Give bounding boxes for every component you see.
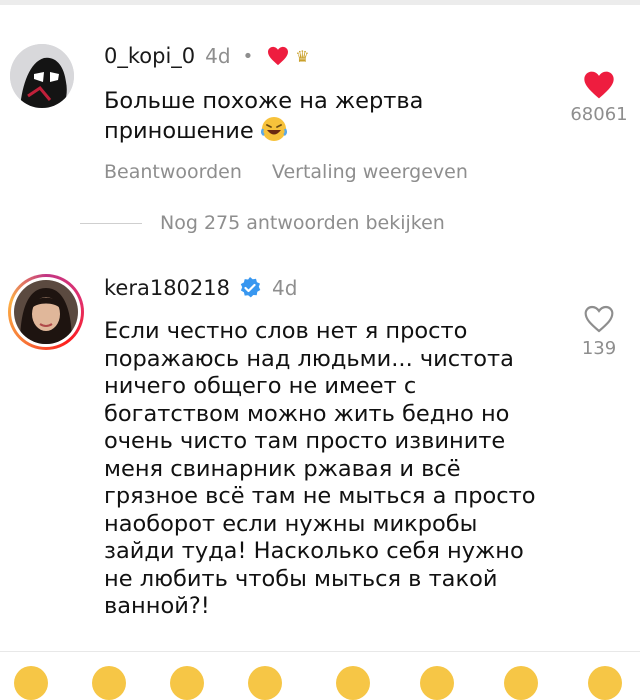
quick-emoji-icon[interactable]: [248, 666, 282, 700]
laughing-face-icon: [260, 116, 287, 141]
avatar[interactable]: [10, 44, 74, 108]
heart-filled-icon: [584, 71, 614, 99]
quick-emoji-icon[interactable]: [504, 666, 538, 700]
view-more-replies-label: Nog 275 antwoorden bekijken: [160, 212, 445, 234]
quick-emoji-icon[interactable]: [14, 666, 48, 700]
creator-liked-heart-icon: [268, 46, 289, 66]
comment-text: Больше похоже на жертва приношение: [104, 88, 424, 144]
verified-badge-icon: [240, 277, 261, 298]
emoji-bar-divider: [0, 651, 640, 652]
quick-emoji-icon[interactable]: [170, 666, 204, 700]
like-count: 139: [581, 338, 617, 359]
timestamp: 4d: [205, 44, 231, 68]
quick-emoji-icon[interactable]: [588, 666, 622, 700]
spiderman-avatar-icon: [10, 44, 74, 108]
heart-outline-icon: [584, 305, 614, 333]
comment-text: Если честно слов нет я просто поражаюсь …: [104, 318, 536, 619]
translate-button[interactable]: Vertaling weergeven: [272, 161, 468, 183]
reply-button[interactable]: Beantwoorden: [104, 161, 242, 183]
quick-emoji-bar: [0, 666, 640, 700]
timestamp: 4d: [272, 276, 298, 300]
like-count: 68061: [570, 104, 628, 125]
replies-divider-line: [80, 222, 142, 224]
username[interactable]: kera180218: [104, 276, 230, 300]
quick-emoji-icon[interactable]: [92, 666, 126, 700]
username[interactable]: 0_kopi_0: [104, 44, 195, 68]
view-more-replies[interactable]: Nog 275 antwoorden bekijken: [80, 212, 445, 234]
avatar: [14, 280, 78, 344]
story-ring[interactable]: [8, 274, 84, 350]
quick-emoji-icon[interactable]: [336, 666, 370, 700]
separator-dot: •: [242, 45, 254, 67]
comment-actions: Beantwoorden Vertaling weergeven: [104, 161, 468, 183]
quick-emoji-icon[interactable]: [420, 666, 454, 700]
like-button[interactable]: 68061: [564, 70, 634, 125]
crown-icon: ♛: [295, 46, 310, 66]
comment-header: kera180218 4d: [104, 276, 297, 300]
top-edge: [0, 0, 640, 5]
like-button[interactable]: 139: [564, 304, 634, 359]
user-photo-icon: [14, 280, 78, 344]
comment-header: 0_kopi_0 4d • ♛: [104, 44, 310, 68]
